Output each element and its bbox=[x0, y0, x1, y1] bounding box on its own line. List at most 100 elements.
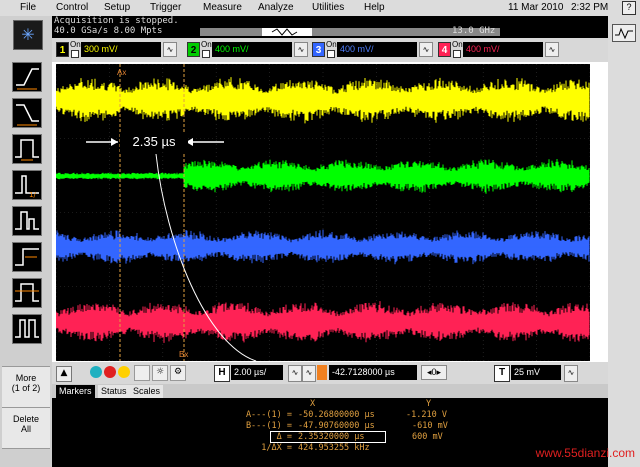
delta-arrowhead-left bbox=[111, 138, 118, 146]
tab-markers[interactable]: Markers bbox=[56, 385, 95, 398]
timeout-trigger-icon[interactable] bbox=[12, 242, 42, 272]
info-tabs: Markers Status Scales bbox=[52, 384, 608, 398]
marker-row-x: 2.35320000 µs bbox=[298, 432, 365, 442]
scope-logo-icon[interactable]: ✳ bbox=[13, 20, 43, 50]
marker-row-x: 424.953255 kHz bbox=[298, 443, 370, 453]
channel-1-coupling-icon[interactable]: ∿ bbox=[163, 42, 177, 57]
waveform-channel-2 bbox=[55, 159, 590, 194]
tab-status[interactable]: Status bbox=[98, 385, 130, 398]
settings-icon[interactable]: ⚙ bbox=[170, 365, 186, 381]
menu-control[interactable]: Control bbox=[56, 2, 88, 13]
screenshot-icon[interactable]: ☼ bbox=[152, 365, 168, 381]
channel-1-number[interactable]: 1 bbox=[56, 42, 69, 57]
acquisition-status-text: Acquisition is stopped. bbox=[54, 16, 179, 26]
waveform-display[interactable]: Ax Bx 2.35 µs 1 2 3 4 bbox=[55, 63, 591, 362]
channel-3-coupling-icon[interactable]: ∿ bbox=[419, 42, 433, 57]
channel-3-number[interactable]: 3 bbox=[312, 42, 325, 57]
channel-3-control[interactable]: 3 On 400 mV/ ∿ bbox=[312, 40, 442, 60]
watermark: www.55dianzi.com bbox=[535, 446, 635, 460]
right-panel bbox=[608, 16, 640, 467]
auto-scale-icon[interactable] bbox=[134, 365, 150, 381]
single-icon[interactable] bbox=[118, 366, 130, 378]
menu-trigger[interactable]: Trigger bbox=[150, 2, 181, 13]
marker-a-label: Ax bbox=[117, 68, 127, 77]
stop-icon[interactable] bbox=[104, 366, 116, 378]
window-trigger-icon[interactable] bbox=[12, 278, 42, 308]
channel-3-on-label: On bbox=[326, 40, 337, 49]
marker-row-label: 1/ΔX = bbox=[261, 443, 292, 453]
channel-1-on-label: On bbox=[70, 40, 81, 49]
channel-4-marker: 4 bbox=[580, 320, 585, 328]
channel-2-control[interactable]: 2 On 400 mV/ ∿ bbox=[187, 40, 317, 60]
channel-1-scale[interactable]: 300 mV/ bbox=[81, 42, 161, 57]
horizontal-label: H bbox=[214, 365, 230, 382]
trigger-level[interactable]: 25 mV bbox=[511, 365, 561, 380]
menu-analyze[interactable]: Analyze bbox=[258, 2, 294, 13]
marker-row-label: Δ = bbox=[276, 432, 292, 442]
menu-bar: File Control Setup Trigger Measure Analy… bbox=[0, 0, 640, 17]
tab-scales[interactable]: Scales bbox=[130, 385, 164, 398]
zoom-icon[interactable]: ∿ bbox=[302, 365, 316, 382]
stepper-right-icon[interactable]: ▸ bbox=[437, 367, 442, 377]
channel-2-marker: 2 bbox=[580, 175, 585, 183]
markers-header-x: X bbox=[310, 399, 316, 409]
acquisition-status-bar: Acquisition is stopped. 40.0 GSa/s 8.00 … bbox=[52, 16, 608, 38]
run-icon[interactable] bbox=[90, 366, 102, 378]
runt-trigger-icon[interactable] bbox=[12, 206, 42, 236]
toolbar-icons: ☼ ⚙ bbox=[74, 365, 194, 381]
delay-stepper[interactable]: ◂0▸ bbox=[421, 365, 447, 380]
markers-header-y: Y bbox=[426, 399, 432, 409]
marker-b-label: Bx bbox=[179, 350, 189, 359]
menu-setup[interactable]: Setup bbox=[104, 2, 130, 13]
channel-2-coupling-icon[interactable]: ∿ bbox=[294, 42, 308, 57]
svg-text:1/: 1/ bbox=[29, 191, 36, 199]
marker-row-y: 600 mV bbox=[412, 432, 443, 442]
more-label: More bbox=[15, 373, 37, 383]
menu-utilities[interactable]: Utilities bbox=[312, 2, 344, 13]
delay-mode-icon[interactable]: ∿ bbox=[288, 365, 302, 382]
edge-trigger-falling-icon[interactable] bbox=[12, 98, 42, 128]
pulse-trigger-icon[interactable] bbox=[12, 134, 42, 164]
channel-2-on-label: On bbox=[201, 40, 212, 49]
channel-4-scale[interactable]: 400 mV/ bbox=[463, 42, 543, 57]
menu-help[interactable]: Help bbox=[364, 2, 385, 13]
delete-all-button[interactable]: Delete All bbox=[2, 408, 50, 449]
channel-4-on-checkbox[interactable] bbox=[453, 50, 461, 58]
channel-1-on-checkbox[interactable] bbox=[71, 50, 79, 58]
waveform-canvas bbox=[55, 63, 591, 362]
menu-measure[interactable]: Measure bbox=[203, 2, 242, 13]
channel-2-number[interactable]: 2 bbox=[187, 42, 200, 57]
horizontal-delay[interactable]: -42.7128000 µs bbox=[329, 365, 417, 380]
channel-1-control[interactable]: 1 On 300 mV/ ∿ bbox=[56, 40, 186, 60]
scope-mode-icon[interactable] bbox=[612, 24, 636, 42]
more-button[interactable]: More (1 of 2) bbox=[2, 366, 50, 408]
channel-3-marker: 3 bbox=[580, 246, 585, 254]
marker-row-y: -1.210 V bbox=[406, 410, 447, 420]
channel-4-number[interactable]: 4 bbox=[438, 42, 451, 57]
time-label: 2:32 PM bbox=[571, 2, 609, 13]
scroll-up-icon[interactable]: ▲ bbox=[56, 366, 72, 382]
trigger-slope-icon[interactable]: ∿ bbox=[564, 365, 578, 382]
bandwidth-text: 13.0 GHz bbox=[452, 26, 496, 36]
pattern-trigger-icon[interactable] bbox=[12, 314, 42, 344]
marker-row-label: B---(1) = bbox=[245, 421, 292, 431]
all-label: All bbox=[20, 424, 31, 434]
channel-3-scale[interactable]: 400 mV/ bbox=[337, 42, 417, 57]
channel-1-marker: 1 bbox=[580, 97, 585, 105]
channel-4-coupling-icon[interactable]: ∿ bbox=[545, 42, 559, 57]
edge-trigger-rising-icon[interactable] bbox=[12, 62, 42, 92]
left-toolbar: ✳ 1/ More (1 of 2) Delete All bbox=[0, 16, 52, 467]
channel-3-on-checkbox[interactable] bbox=[327, 50, 335, 58]
marker-row-y: -610 mV bbox=[412, 421, 448, 431]
channel-4-on-label: On bbox=[452, 40, 463, 49]
marker-row-x: -50.26800000 µs bbox=[298, 410, 375, 420]
glitch-trigger-icon[interactable]: 1/ bbox=[12, 170, 42, 200]
more-page-label: (1 of 2) bbox=[11, 383, 41, 393]
menu-file[interactable]: File bbox=[20, 2, 36, 13]
timebase-scale[interactable]: 2.00 µs/ bbox=[231, 365, 283, 380]
channel-2-on-checkbox[interactable] bbox=[202, 50, 210, 58]
channel-controls: 1 On 300 mV/ ∿ 2 On 400 mV/ ∿ 3 On 400 m… bbox=[52, 38, 608, 62]
channel-4-control[interactable]: 4 On 400 mV/ ∿ bbox=[438, 40, 568, 60]
help-question-icon[interactable]: ? bbox=[622, 1, 636, 15]
channel-2-scale[interactable]: 400 mV/ bbox=[212, 42, 292, 57]
